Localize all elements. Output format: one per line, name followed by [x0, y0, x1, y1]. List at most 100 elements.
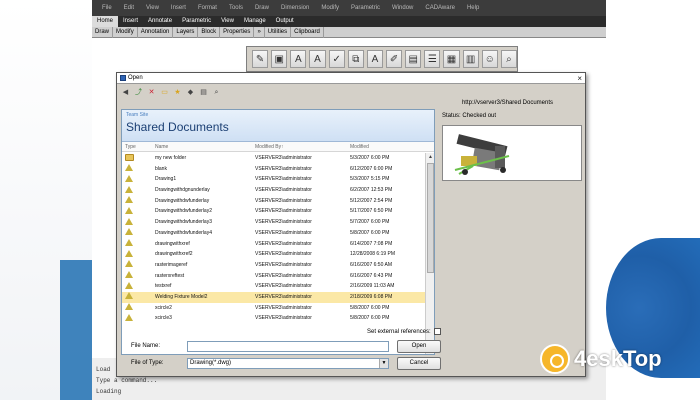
close-button[interactable]: ×: [577, 73, 582, 84]
ribbon-tab-insert[interactable]: Insert: [118, 16, 143, 27]
file-list-row[interactable]: drawingwithxref VSERVER3\administrator 6/1…: [122, 239, 425, 250]
file-list-row[interactable]: Welding Fixture Model2 VSERVER3\administr…: [122, 291, 425, 303]
file-list-row[interactable]: xcircle2 VSERVER3\administrator 5/8/2007 6…: [122, 303, 425, 314]
properties-icon[interactable]: ☰: [424, 50, 441, 68]
clipboard-icon[interactable]: ▤: [405, 50, 422, 68]
scrollbar-thumb[interactable]: [427, 163, 434, 273]
file-type-value: Drawing(*.dwg): [190, 360, 232, 366]
ribbon-panel-1[interactable]: Modify: [113, 26, 138, 38]
favorites-icon[interactable]: ★: [173, 88, 182, 97]
file-list-row[interactable]: xcircle3 VSERVER3\administrator 5/8/2007 6…: [122, 313, 425, 324]
file-list-row[interactable]: Drawingwithdwfunderlay4 VSERVER3\administ…: [122, 228, 425, 239]
menu-parametric[interactable]: Parametric: [351, 5, 380, 11]
column-header-modified-by[interactable]: Modified By↑: [252, 144, 347, 150]
dialog-title: Open: [128, 75, 143, 81]
markup-icon[interactable]: A: [290, 50, 307, 68]
ribbon-tab-output[interactable]: Output: [271, 16, 299, 27]
compare-icon[interactable]: ⧉: [347, 50, 364, 68]
file-name-label: File Name:: [131, 343, 161, 349]
up-folder-icon[interactable]: ⤴: [134, 88, 143, 97]
grid-icon[interactable]: ▦: [443, 50, 460, 68]
file-list-row[interactable]: drawingwithxref2 VSERVER3\administrator 12…: [122, 249, 425, 260]
views-icon[interactable]: ◆: [186, 88, 195, 97]
modified-by-cell: VSERVER3\administrator: [255, 155, 312, 161]
ribbon-panel-0[interactable]: Draw: [92, 26, 114, 38]
details-icon[interactable]: ▤: [199, 88, 208, 97]
ribbon-panel-4[interactable]: Block: [198, 26, 221, 38]
file-list-row[interactable]: Drawingwithdwfunderlay VSERVER3\administr…: [122, 196, 425, 207]
contact-icon[interactable]: ☺: [481, 50, 498, 68]
ribbon-panel-3[interactable]: Layers: [173, 26, 199, 38]
save-icon[interactable]: ▣: [271, 50, 288, 68]
modified-date-cell: 2/18/2009 6:08 PM: [350, 293, 393, 300]
file-type-select[interactable]: Drawing(*.dwg) ▼: [187, 358, 389, 369]
menu-modify[interactable]: Modify: [321, 5, 339, 11]
search-icon[interactable]: ⌕: [212, 88, 221, 97]
modified-by-cell: VSERVER3\administrator: [255, 261, 312, 268]
file-list-row[interactable]: Drawingwithdgnunderlay VSERVER3\administr…: [122, 185, 425, 196]
modified-by-cell: VSERVER3\administrator: [255, 304, 312, 311]
file-list-row[interactable]: testxref VSERVER3\administrator 2/16/2009 …: [122, 281, 425, 292]
menu-edit[interactable]: Edit: [124, 5, 134, 11]
file-list-scrollbar[interactable]: ▲ ▼: [425, 153, 434, 354]
ribbon-panel-8[interactable]: Clipboard: [291, 26, 324, 38]
table-icon[interactable]: ▥: [462, 50, 479, 68]
ribbon-tab-home[interactable]: Home: [92, 16, 119, 27]
menu-help[interactable]: Help: [467, 5, 479, 11]
site-label[interactable]: Team Site: [126, 112, 430, 118]
check-out-icon[interactable]: ✓: [328, 50, 345, 68]
ribbon-tab-view[interactable]: View: [216, 16, 239, 27]
external-references-checkbox[interactable]: [433, 328, 441, 335]
folder-icon: [125, 153, 134, 161]
ribbon-tab-annotate[interactable]: Annotate: [143, 16, 177, 27]
ribbon-panel-7[interactable]: Utilities: [265, 26, 292, 38]
open-button[interactable]: Open: [397, 340, 441, 353]
site-header: Team Site Shared Documents: [122, 110, 434, 142]
menu-cadaware[interactable]: CADAware: [425, 5, 455, 11]
menu-dimension[interactable]: Dimension: [281, 5, 309, 11]
menu-format[interactable]: Format: [198, 5, 217, 11]
external-references-label: Set external references:: [367, 328, 431, 335]
zoom-icon[interactable]: ⌕: [500, 50, 517, 68]
column-header-name[interactable]: Name: [152, 144, 252, 150]
file-list-row[interactable]: blank VSERVER3\administrator 6/12/2007 6:0…: [122, 164, 425, 175]
file-list-row[interactable]: Drawingwithdwfunderlay3 VSERVER3\administ…: [122, 217, 425, 228]
edit-icon[interactable]: ✐: [385, 50, 403, 68]
ribbon-panel-2[interactable]: Annotation: [138, 26, 174, 38]
open-pencil-icon[interactable]: ✎: [252, 50, 269, 68]
dialog-title-bar[interactable]: Open ×: [117, 73, 585, 84]
redline-icon[interactable]: A: [309, 50, 326, 68]
scroll-up-icon[interactable]: ▲: [426, 153, 434, 162]
cancel-button[interactable]: Cancel: [397, 357, 441, 370]
file-name-input[interactable]: [187, 341, 389, 352]
back-icon[interactable]: ◀: [121, 88, 130, 97]
text-icon[interactable]: A: [366, 50, 383, 68]
file-list-row[interactable]: Drawing1 VSERVER3\administrator 5/3/2007 5…: [122, 174, 425, 185]
menu-window[interactable]: Window: [392, 5, 413, 11]
ribbon-panel-5[interactable]: Properties: [220, 26, 255, 38]
modified-by-cell: VSERVER3\administrator: [255, 315, 312, 322]
drawing-file-icon: [125, 174, 133, 182]
ribbon-tab-parametric[interactable]: Parametric: [177, 16, 216, 27]
menu-draw[interactable]: Draw: [255, 5, 269, 11]
modified-by-cell: VSERVER3\administrator: [255, 208, 312, 215]
column-header-type[interactable]: Type: [122, 144, 152, 150]
file-list-row[interactable]: my new folder VSERVER3\administrator 5/3/2…: [122, 153, 425, 164]
modified-date-cell: 5/3/2007 5:15 PM: [350, 176, 390, 183]
column-header-modified[interactable]: Modified: [347, 144, 417, 150]
menu-view[interactable]: View: [146, 5, 159, 11]
menu-insert[interactable]: Insert: [171, 5, 186, 11]
file-list-row[interactable]: rasterxreftest VSERVER3\administrator 6/16…: [122, 271, 425, 282]
drawing-file-icon: [125, 217, 133, 225]
drawing-file-icon: [125, 206, 133, 214]
chevron-down-icon[interactable]: ▼: [379, 359, 388, 368]
file-list-row[interactable]: Drawingwithdwfunderlay2 VSERVER3\administ…: [122, 206, 425, 217]
file-list-row[interactable]: rasterimageref VSERVER3\administrator 6/16…: [122, 260, 425, 271]
new-folder-icon[interactable]: ▭: [160, 88, 169, 97]
ribbon-tab-manage[interactable]: Manage: [239, 16, 271, 27]
modified-by-cell: VSERVER3\administrator: [255, 293, 312, 300]
delete-icon[interactable]: ✕: [147, 88, 156, 97]
menu-file[interactable]: File: [102, 5, 112, 11]
ribbon-panel-6[interactable]: »: [254, 26, 265, 38]
menu-tools[interactable]: Tools: [229, 5, 243, 11]
